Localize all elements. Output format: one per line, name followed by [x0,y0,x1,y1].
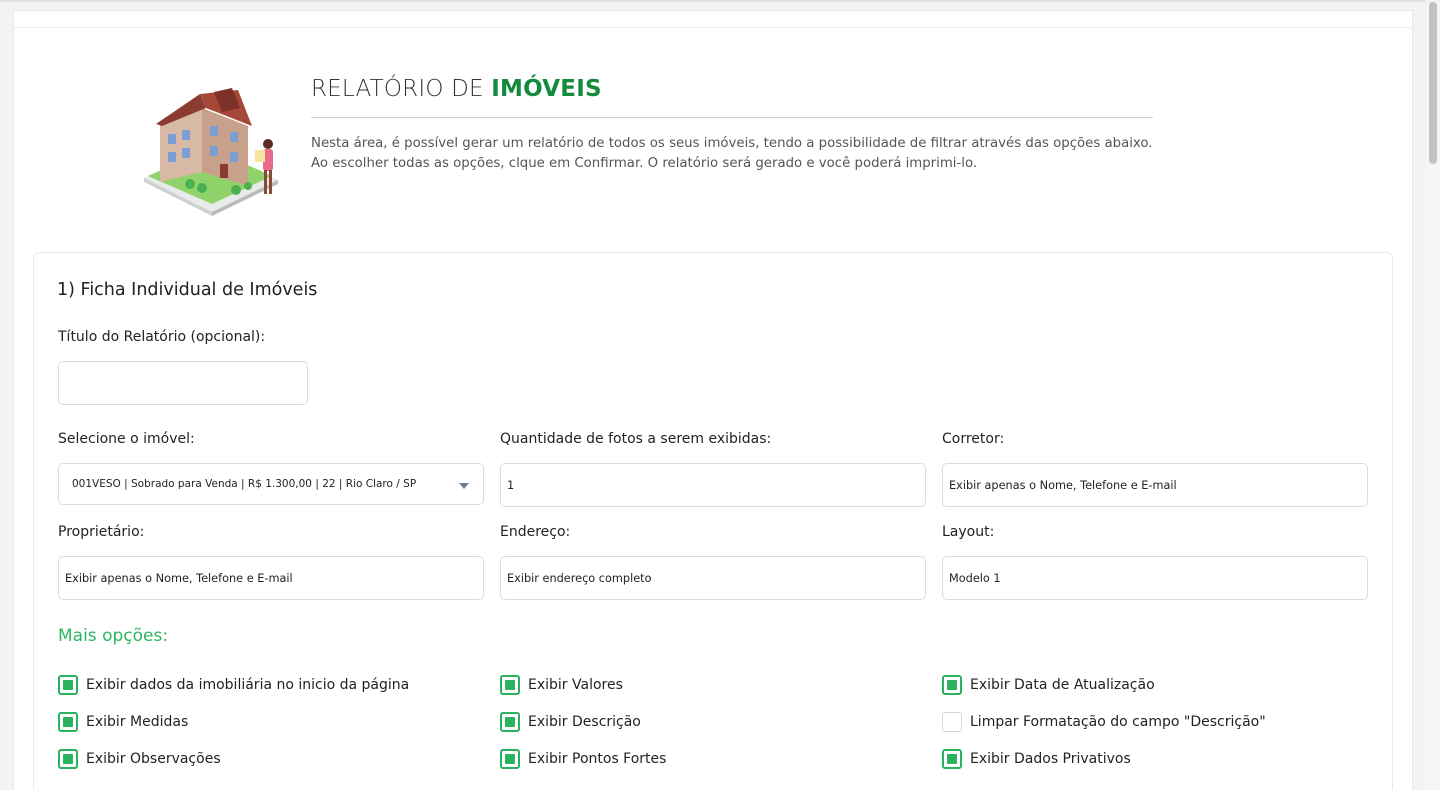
checkbox[interactable] [58,712,78,732]
option-label: Exibir Pontos Fortes [528,751,667,767]
option-label: Exibir Dados Privativos [970,751,1131,767]
report-title-label: Título do Relatório (opcional): [58,329,266,345]
option-values[interactable]: Exibir Valores [500,675,623,695]
option-label: Exibir Observações [86,751,221,767]
checkbox[interactable] [942,749,962,769]
property-select-value: 001VESO | Sobrado para Venda | R$ 1.300,… [72,478,417,490]
checkbox[interactable] [500,749,520,769]
property-select[interactable]: 001VESO | Sobrado para Venda | R$ 1.300,… [58,463,484,505]
option-update-date[interactable]: Exibir Data de Atualização [942,675,1155,695]
title-divider [311,117,1153,118]
checkbox[interactable] [942,675,962,695]
top-border [0,0,1426,2]
scrollbar-thumb[interactable] [1429,2,1437,164]
page-title: RELATÓRIO DE IMÓVEIS [311,76,602,102]
option-observations[interactable]: Exibir Observações [58,749,221,769]
option-label: Limpar Formatação do campo "Descrição" [970,714,1266,730]
option-strengths[interactable]: Exibir Pontos Fortes [500,749,666,769]
report-title-input[interactable] [58,361,308,405]
photos-count-input[interactable]: 1 [500,463,926,507]
checkbox[interactable] [942,712,962,732]
address-label: Endereço: [500,524,571,540]
option-label: Exibir Data de Atualização [970,677,1155,693]
option-description[interactable]: Exibir Descrição [500,712,641,732]
broker-label: Corretor: [942,431,1005,447]
option-label: Exibir Valores [528,677,623,693]
broker-select[interactable]: Exibir apenas o Nome, Telefone e E-mail [942,463,1368,507]
more-options-title: Mais opções: [58,626,169,646]
option-company-data[interactable]: Exibir dados da imobiliária no inicio da… [58,675,409,695]
option-label: Exibir dados da imobiliária no inicio da… [86,677,410,693]
page-description: Nesta área, é possível gerar um relatóri… [311,136,1153,171]
checkbox[interactable] [500,675,520,695]
option-clear-format[interactable]: Limpar Formatação do campo "Descrição" [942,712,1266,732]
layout-select[interactable]: Modelo 1 [942,556,1368,600]
option-measures[interactable]: Exibir Medidas [58,712,188,732]
option-private-data[interactable]: Exibir Dados Privativos [942,749,1131,769]
property-select-label: Selecione o imóvel: [58,431,195,447]
checkbox[interactable] [58,675,78,695]
address-select[interactable]: Exibir endereço completo [500,556,926,600]
checkbox[interactable] [58,749,78,769]
option-label: Exibir Descrição [528,714,641,730]
owner-label: Proprietário: [58,524,145,540]
house-illustration-icon [144,88,278,216]
layout-label: Layout: [942,524,995,540]
owner-select[interactable]: Exibir apenas o Nome, Telefone e E-mail [58,556,484,600]
vertical-scrollbar[interactable] [1426,0,1440,790]
option-label: Exibir Medidas [86,714,189,730]
section-title: 1) Ficha Individual de Imóveis [57,280,318,300]
photos-count-label: Quantidade de fotos a serem exibidas: [500,431,772,447]
chevron-down-icon [459,483,469,489]
checkbox[interactable] [500,712,520,732]
